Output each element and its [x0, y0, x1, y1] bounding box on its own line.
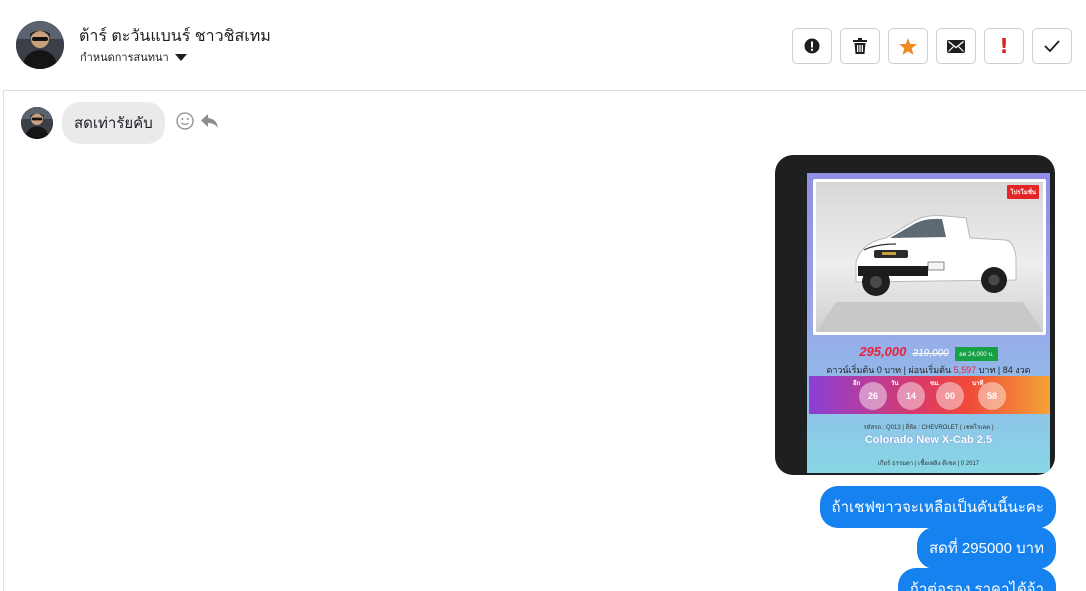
header-actions: ! — [792, 28, 1072, 64]
countdown-value: 00 — [944, 391, 955, 401]
image-message[interactable]: โปรโมชั่น 295,000 319,000 ลด 24,000 บ. ด… — [775, 155, 1055, 475]
old-price: 319,000 — [912, 348, 949, 359]
mark-done-button[interactable] — [1032, 28, 1072, 64]
sender-avatar — [21, 107, 53, 139]
countdown-days: วัน 14 — [891, 381, 925, 410]
smiley-icon[interactable] — [176, 111, 194, 135]
caret-down-icon — [174, 54, 187, 61]
delete-button[interactable] — [840, 28, 880, 64]
exclamation-circle-icon — [804, 38, 820, 54]
check-icon — [1044, 40, 1060, 52]
outgoing-message-bubble: สดที่ 295000 บาท — [916, 527, 1056, 569]
message-thread: สดเท่ารัยคับ โปรโมชั่น 295,000 319,000 ล… — [3, 92, 1086, 591]
down-payment-text: ดาวน์เริ่มต้น 0 บาท | ผ่อนเริ่มต้น — [826, 365, 954, 375]
countdown-label: ชม. — [930, 381, 940, 387]
discount-badge: ลด 24,000 บ. — [954, 346, 998, 361]
trash-icon — [853, 38, 867, 54]
promo-tag: โปรโมชั่น — [1007, 185, 1039, 199]
envelope-icon — [947, 39, 965, 53]
countdown-bar: อีก 26 วัน 14 ชม. 00 นาที 58 — [809, 376, 1050, 414]
contact-avatar[interactable] — [16, 21, 64, 69]
incoming-message-bubble: สดเท่ารัยคับ — [62, 102, 165, 144]
countdown-minutes: นาที 58 — [972, 381, 1006, 410]
countdown-days-left: อีก 26 — [853, 381, 887, 410]
reply-icon[interactable] — [200, 113, 219, 134]
car-details-line: เกียร์ ธรรมดา | เชื้อเพลิง ดีเซล | 0 201… — [877, 461, 980, 467]
assign-conversation-dropdown[interactable]: กำหนดการสนทนา — [80, 48, 187, 66]
star-icon — [899, 37, 917, 55]
countdown-label: อีก — [853, 381, 861, 387]
star-button[interactable] — [888, 28, 928, 64]
installment-value: 5,597 — [953, 365, 977, 375]
car-photo: โปรโมชั่น — [813, 179, 1046, 335]
outgoing-message-bubble: ถ้าต่อรอง ราคาได้จ้า — [897, 568, 1056, 591]
message-tools — [176, 111, 219, 135]
countdown-value: 26 — [867, 391, 878, 401]
incoming-message-row: สดเท่ารัยคับ — [21, 102, 219, 144]
assign-label: กำหนดการสนทนา — [80, 52, 169, 64]
outgoing-message-bubble: ถ้าเชฟขาวจะเหลือเป็นคันนี้นะคะ — [819, 486, 1056, 528]
countdown-label: นาที — [972, 381, 984, 387]
countdown-label: วัน — [891, 381, 899, 387]
exclamation-icon: ! — [999, 34, 1009, 58]
installment-terms: บาท | 84 งวด — [976, 365, 1031, 375]
contact-name: ต้าร์ ตะวันแบนร์ ชาวชิสเทม — [79, 28, 271, 45]
mark-important-button[interactable]: ! — [984, 28, 1024, 64]
countdown-value: 14 — [905, 391, 916, 401]
sale-price: 295,000 — [859, 344, 907, 359]
report-button[interactable] — [792, 28, 832, 64]
spec-line: รหัสรถ : Q013 | ยี่ห้อ : CHEVROLET ( เชฟ… — [863, 425, 994, 431]
countdown-value: 58 — [986, 391, 997, 401]
price-row: 295,000 319,000 ลด 24,000 บ. — [807, 344, 1050, 361]
mark-unread-button[interactable] — [936, 28, 976, 64]
countdown-hours: ชม. 00 — [930, 381, 964, 410]
conversation-header: ต้าร์ ตะวันแบนร์ ชาวชิสเทม กำหนดการสนทนา — [3, 1, 1086, 91]
down-payment-row: ดาวน์เริ่มต้น 0 บาท | ผ่อนเริ่มต้น 5,597… — [807, 363, 1050, 377]
car-ad-image: โปรโมชั่น 295,000 319,000 ลด 24,000 บ. ด… — [807, 173, 1050, 473]
car-model: Colorado New X-Cab 2.5 — [864, 434, 993, 446]
